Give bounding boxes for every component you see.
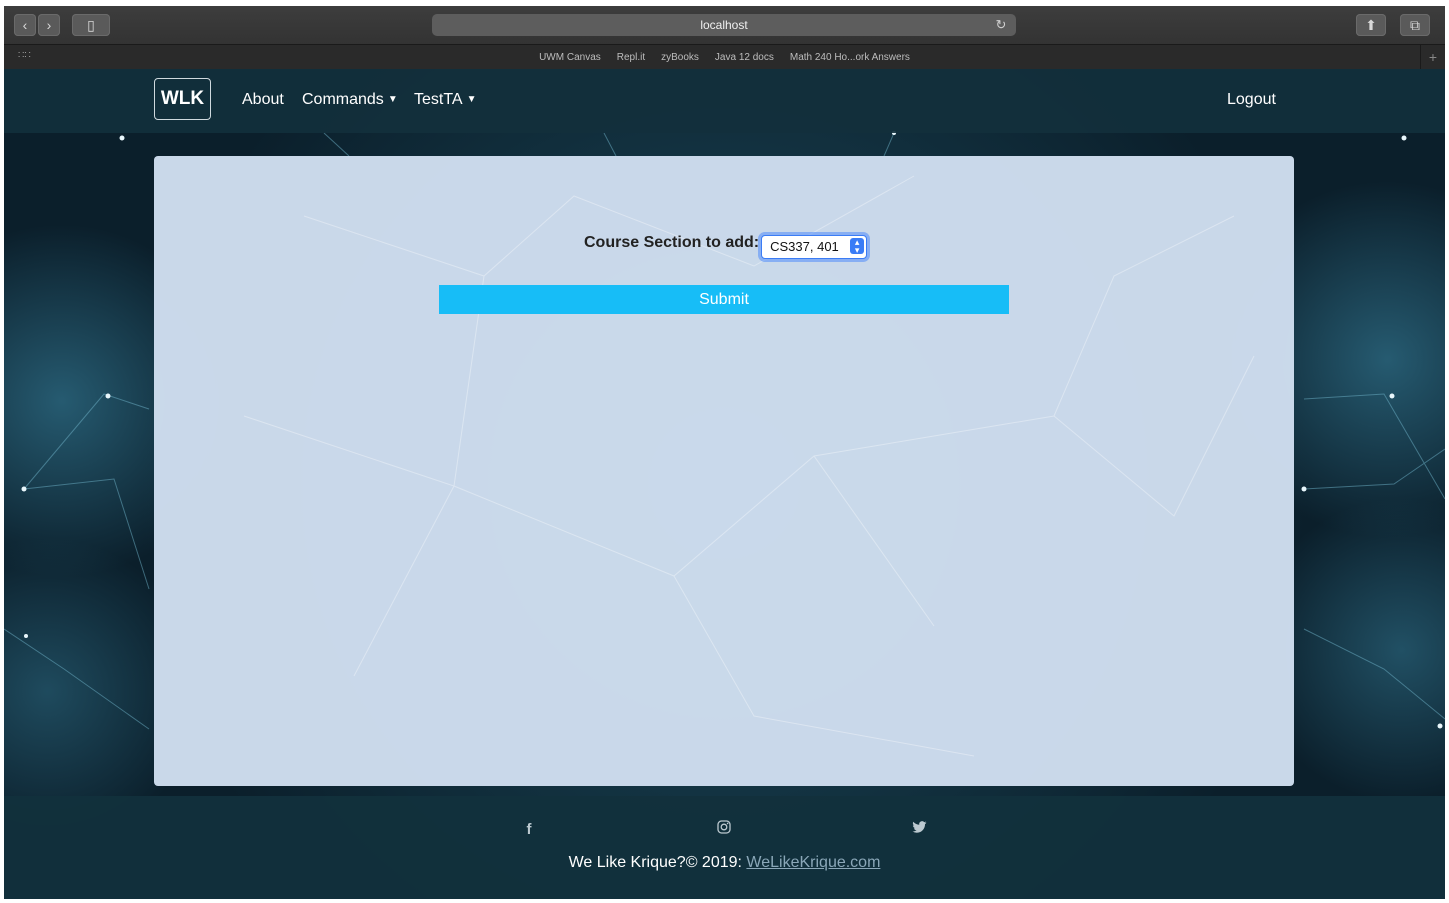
browser-window: ‹ › ▯ localhost ↻ ⬆ ⧉ ∷∷ UWM Canvas Repl… [4,6,1445,899]
sidebar-button[interactable]: ▯ [72,14,110,36]
sidebar-icon: ▯ [87,17,95,33]
course-section-row: Course Section to add: CS337, 401 ▴ ▾ [584,230,868,259]
favorite-replit[interactable]: Repl.it [617,52,645,63]
nav-commands-label: Commands [302,91,384,108]
logout-link[interactable]: Logout [1227,90,1276,110]
course-section-select[interactable]: CS337, 401 ▴ ▾ [761,235,868,259]
favorite-zybooks[interactable]: zyBooks [661,52,699,63]
twitter-icon[interactable] [909,820,929,840]
share-button[interactable]: ⬆ [1356,14,1386,36]
submit-button[interactable]: Submit [439,285,1009,314]
favorite-uwm-canvas[interactable]: UWM Canvas [539,52,601,63]
back-button[interactable]: ‹ [14,14,36,36]
course-section-value: CS337, 401 [770,239,839,254]
course-section-label: Course Section to add: [584,234,760,251]
chevron-left-icon: ‹ [22,17,28,33]
chevron-right-icon: › [46,17,52,33]
forward-button[interactable]: › [38,14,60,36]
web-page: WLK About Commands ▼ TestTA ▼ Logout Cou… [4,69,1445,899]
favorite-math-240[interactable]: Math 240 Ho...ork Answers [790,52,910,63]
select-arrows-icon: ▴ ▾ [850,238,865,255]
site-navbar: WLK About Commands ▼ TestTA ▼ Logout [4,69,1445,133]
favorite-java-docs[interactable]: Java 12 docs [715,52,774,63]
site-footer: f We Like Krique?© 2019: WeLikeKrique.co… [4,796,1445,899]
tabs-icon: ⧉ [1410,17,1420,33]
caret-down-icon: ▼ [466,94,477,105]
copyright-label: We Like Krique?© 2019: [568,854,747,871]
browser-toolbar: ‹ › ▯ localhost ↻ ⬆ ⧉ [4,6,1445,44]
share-icon: ⬆ [1365,17,1377,33]
url-text: localhost [700,18,748,32]
nav-about[interactable]: About [242,90,284,110]
reload-icon[interactable]: ↻ [994,14,1008,36]
tabs-button[interactable]: ⧉ [1400,14,1430,36]
footer-site-link[interactable]: WeLikeKrique.com [746,854,880,871]
address-bar[interactable]: localhost ↻ [432,14,1016,36]
instagram-icon[interactable] [714,820,734,840]
plus-icon[interactable]: + [1420,45,1445,69]
content-card: Course Section to add: CS337, 401 ▴ ▾ Sub… [154,156,1294,786]
caret-down-icon: ▼ [387,94,398,105]
favorites-bar: ∷∷ UWM Canvas Repl.it zyBooks Java 12 do… [4,44,1445,70]
nav-testta-label: TestTA [414,91,463,108]
brand-logo[interactable]: WLK [154,78,211,120]
nav-commands-dropdown[interactable]: Commands ▼ [302,90,398,110]
facebook-icon[interactable]: f [519,820,539,840]
copyright-text: We Like Krique?© 2019: WeLikeKrique.com [4,854,1445,872]
nav-testta-dropdown[interactable]: TestTA ▼ [414,90,477,110]
